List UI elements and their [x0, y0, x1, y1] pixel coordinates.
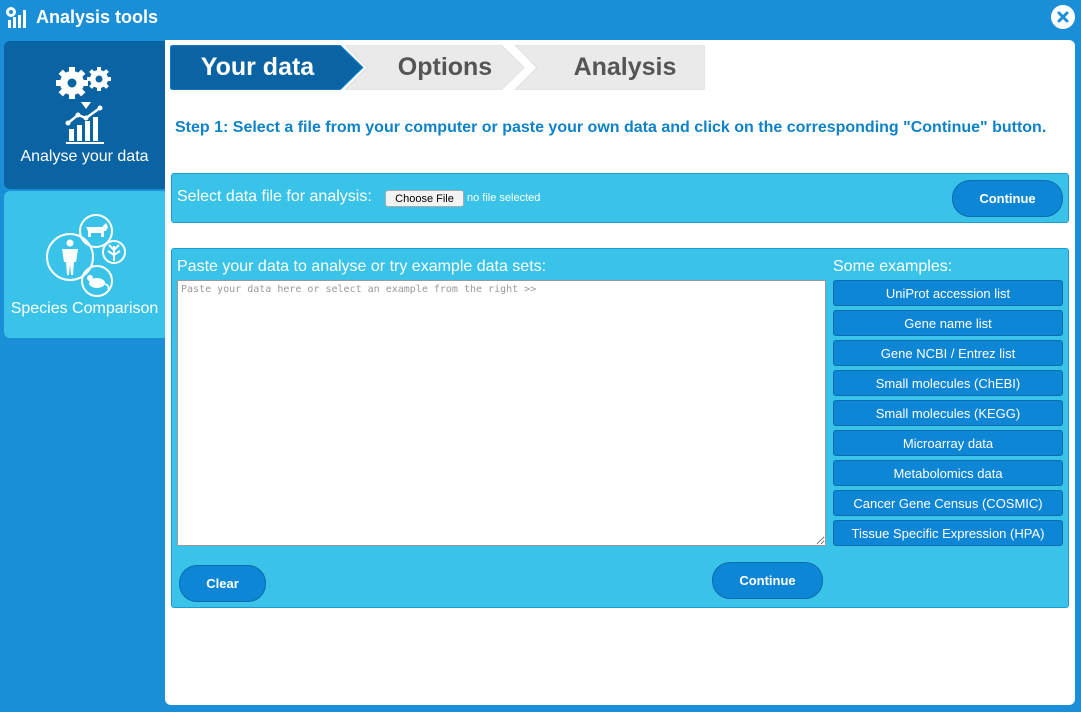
close-button[interactable] — [1051, 5, 1075, 29]
paste-data-textarea[interactable] — [177, 280, 826, 546]
analysis-chart-gear-icon — [6, 7, 26, 28]
sidebar-item-label: Analyse your data — [20, 148, 149, 165]
step-tabs: Your data Options Analysis — [170, 45, 710, 90]
file-status-text: no file selected — [467, 192, 541, 204]
close-icon — [1057, 11, 1069, 23]
choose-file-button[interactable]: Choose File — [385, 190, 464, 207]
window-title: Analysis tools — [36, 7, 159, 27]
title-bar: Analysis tools — [0, 0, 1081, 36]
gears-chart-icon — [56, 67, 111, 144]
example-cosmic-button[interactable]: Cancer Gene Census (COSMIC) — [833, 490, 1063, 516]
clear-button[interactable]: Clear — [179, 565, 266, 602]
file-upload-panel: Select data file for analysis: Choose Fi… — [171, 173, 1069, 223]
file-continue-button[interactable]: Continue — [952, 180, 1063, 217]
sidebar-item-label: Species Comparison — [10, 300, 159, 317]
example-chebi-button[interactable]: Small molecules (ChEBI) — [833, 370, 1063, 396]
example-microarray-button[interactable]: Microarray data — [833, 430, 1063, 456]
sidebar-item-analyse-your-data[interactable]: Analyse your data — [4, 41, 165, 189]
tab-your-data[interactable]: Your data — [170, 45, 365, 90]
step-instructions: Step 1: Select a file from your computer… — [175, 119, 1047, 136]
example-gene-name-button[interactable]: Gene name list — [833, 310, 1063, 336]
human-animals-icon — [46, 214, 126, 297]
examples-label: Some examples: — [833, 258, 953, 275]
paste-data-panel: Paste your data to analyse or try exampl… — [171, 248, 1069, 608]
example-uniprot-button[interactable]: UniProt accession list — [833, 280, 1063, 306]
example-kegg-button[interactable]: Small molecules (KEGG) — [833, 400, 1063, 426]
example-gene-ncbi-button[interactable]: Gene NCBI / Entrez list — [833, 340, 1063, 366]
paste-data-label: Paste your data to analyse or try exampl… — [177, 258, 547, 275]
sidebar-item-species-comparison[interactable]: Species Comparison — [4, 191, 165, 338]
tab-label: Your data — [200, 53, 315, 81]
example-metabolomics-button[interactable]: Metabolomics data — [833, 460, 1063, 486]
tab-options[interactable]: Options — [345, 45, 525, 90]
main-panel: Your data Options Analysis Step 1: Selec… — [165, 40, 1075, 705]
tab-analysis[interactable]: Analysis — [515, 45, 705, 90]
tab-label: Options — [397, 53, 493, 81]
example-hpa-button[interactable]: Tissue Specific Expression (HPA) — [833, 520, 1063, 546]
paste-continue-button[interactable]: Continue — [712, 562, 823, 599]
file-upload-label: Select data file for analysis: — [177, 188, 372, 205]
tab-label: Analysis — [573, 53, 677, 81]
examples-list: UniProt accession list Gene name list Ge… — [833, 280, 1064, 550]
